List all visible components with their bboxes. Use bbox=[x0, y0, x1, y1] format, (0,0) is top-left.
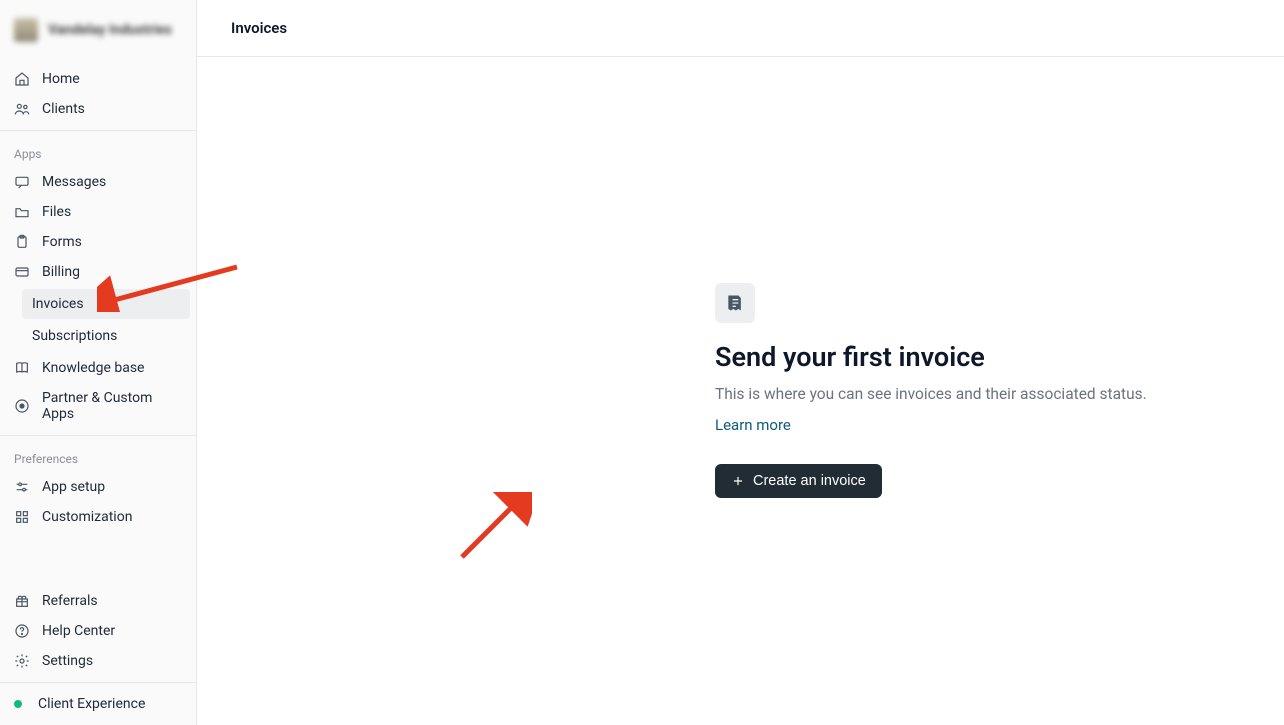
nav-section-prefs: Preferences App setup Customization bbox=[0, 435, 196, 532]
status-dot-icon bbox=[14, 700, 22, 708]
sidebar-item-label: Clients bbox=[42, 101, 85, 117]
sidebar-item-label: Messages bbox=[42, 174, 106, 190]
sidebar-item-subscriptions[interactable]: Subscriptions bbox=[22, 321, 190, 351]
clipboard-icon bbox=[14, 234, 30, 250]
book-icon bbox=[14, 360, 30, 376]
sidebar-item-forms[interactable]: Forms bbox=[0, 227, 196, 257]
invoice-icon bbox=[715, 283, 755, 323]
empty-state-title: Send your first invoice bbox=[715, 341, 1215, 373]
annotation-arrow-cta bbox=[452, 492, 532, 562]
create-invoice-button[interactable]: Create an invoice bbox=[715, 464, 882, 498]
sidebar-item-customization[interactable]: Customization bbox=[0, 502, 196, 532]
grid-icon bbox=[14, 509, 30, 525]
section-label-apps: Apps bbox=[0, 135, 196, 167]
sidebar-item-label: Home bbox=[42, 71, 80, 87]
sidebar-item-label: Help Center bbox=[42, 623, 115, 639]
sidebar-item-app-setup[interactable]: App setup bbox=[0, 472, 196, 502]
sidebar-item-home[interactable]: Home bbox=[0, 64, 196, 94]
sidebar-item-label: Billing bbox=[42, 264, 80, 280]
folder-icon bbox=[14, 204, 30, 220]
sidebar-item-label: Knowledge base bbox=[42, 360, 144, 376]
sidebar-item-label: Customization bbox=[42, 509, 132, 525]
users-icon bbox=[14, 101, 30, 117]
sidebar-item-knowledge-base[interactable]: Knowledge base bbox=[0, 353, 196, 383]
sidebar-item-settings[interactable]: Settings bbox=[0, 646, 196, 676]
sidebar-item-invoices[interactable]: Invoices bbox=[22, 289, 190, 319]
billing-subitems: Invoices Subscriptions bbox=[0, 289, 196, 351]
sidebar-item-label: Client Experience bbox=[38, 696, 145, 712]
sidebar-item-label: Partner & Custom Apps bbox=[42, 390, 182, 422]
sidebar-item-label: Settings bbox=[42, 653, 93, 669]
question-icon bbox=[14, 623, 30, 639]
empty-state: Send your first invoice This is where yo… bbox=[715, 283, 1215, 498]
gift-icon bbox=[14, 593, 30, 609]
sidebar: Vandelay Industries Home Clients Apps Me… bbox=[0, 0, 197, 725]
sidebar-item-partner-apps[interactable]: Partner & Custom Apps bbox=[0, 383, 196, 429]
sidebar-item-label: Invoices bbox=[32, 296, 84, 312]
page-title: Invoices bbox=[231, 19, 287, 37]
sidebar-item-label: Files bbox=[42, 204, 71, 220]
sidebar-item-label: Subscriptions bbox=[32, 328, 117, 344]
sidebar-item-billing[interactable]: Billing bbox=[0, 257, 196, 287]
button-label: Create an invoice bbox=[753, 473, 866, 489]
home-icon bbox=[14, 71, 30, 87]
org-name: Vandelay Industries bbox=[48, 22, 172, 38]
sidebar-item-label: App setup bbox=[42, 479, 105, 495]
sidebar-item-messages[interactable]: Messages bbox=[0, 167, 196, 197]
section-label-prefs: Preferences bbox=[0, 440, 196, 472]
sidebar-item-label: Referrals bbox=[42, 593, 98, 609]
nav-section-main: Home Clients bbox=[0, 60, 196, 124]
plus-icon bbox=[731, 474, 745, 488]
gear-icon bbox=[14, 653, 30, 669]
learn-more-link[interactable]: Learn more bbox=[715, 416, 791, 434]
sidebar-item-client-experience[interactable]: Client Experience bbox=[0, 689, 196, 719]
cube-icon bbox=[14, 398, 30, 414]
nav-footer: Referrals Help Center Settings Client Ex… bbox=[0, 586, 196, 725]
sidebar-item-referrals[interactable]: Referrals bbox=[0, 586, 196, 616]
main: Invoices Send your first invoice This is… bbox=[197, 0, 1284, 725]
sliders-icon bbox=[14, 479, 30, 495]
card-icon bbox=[14, 264, 30, 280]
nav-section-apps: Apps Messages Files Forms Billing Invoic… bbox=[0, 130, 196, 429]
sidebar-item-files[interactable]: Files bbox=[0, 197, 196, 227]
sidebar-item-clients[interactable]: Clients bbox=[0, 94, 196, 124]
org-logo bbox=[14, 18, 38, 42]
empty-state-description: This is where you can see invoices and t… bbox=[715, 385, 1215, 403]
sidebar-item-label: Forms bbox=[42, 234, 82, 250]
content: Send your first invoice This is where yo… bbox=[197, 57, 1284, 725]
topbar: Invoices bbox=[197, 0, 1284, 57]
sidebar-item-help-center[interactable]: Help Center bbox=[0, 616, 196, 646]
chat-icon bbox=[14, 174, 30, 190]
org-switcher[interactable]: Vandelay Industries bbox=[0, 0, 196, 60]
